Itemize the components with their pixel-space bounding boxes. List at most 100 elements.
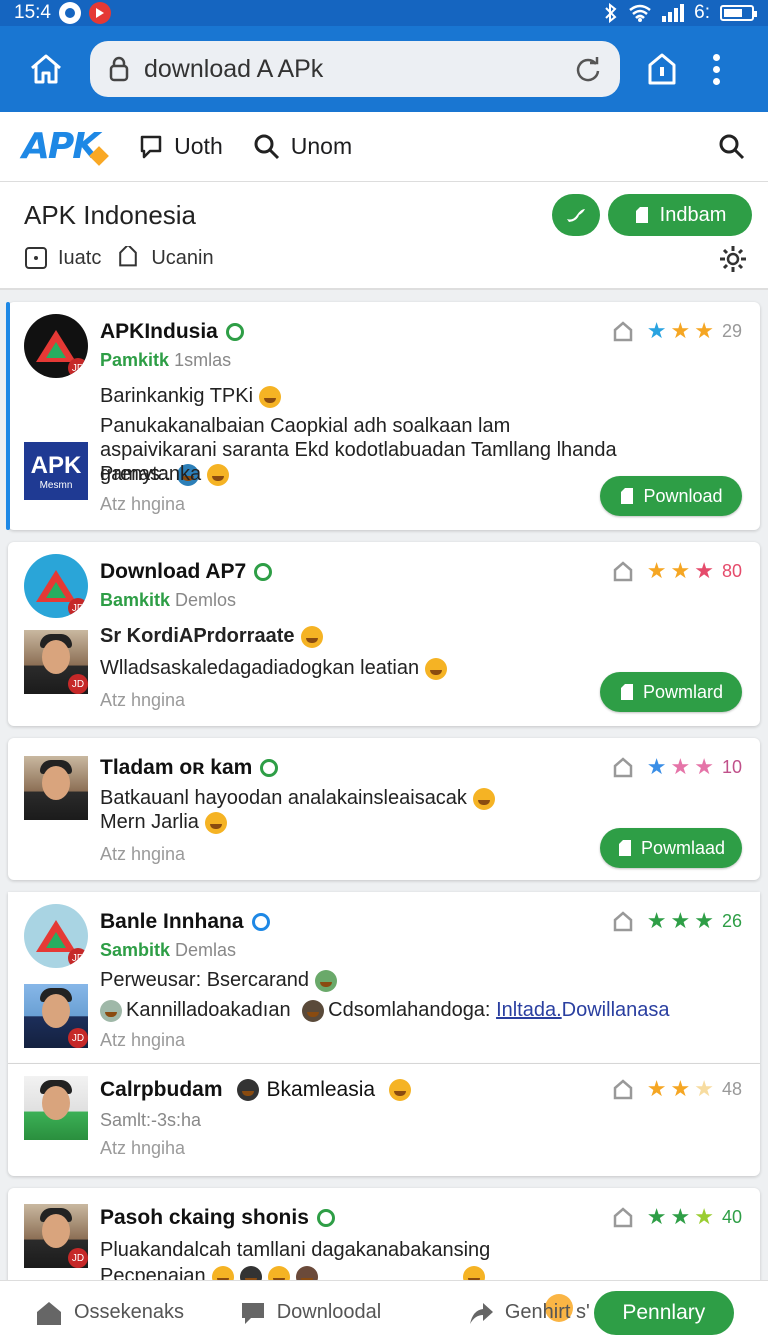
bluetooth-icon: [605, 3, 617, 23]
verified-icon: [225, 323, 244, 341]
post-meta: Atz hngina: [100, 844, 186, 864]
post-rating: ★ ★ ★ 29: [611, 320, 742, 342]
share-icon[interactable]: [611, 756, 635, 778]
rating-count: 80: [721, 560, 742, 581]
emoji-icon: [463, 1265, 486, 1280]
star-icon: ★: [694, 558, 714, 583]
chat-icon: [140, 135, 162, 158]
star-icon: ★: [670, 908, 691, 933]
post-author[interactable]: Banle Innhana: [100, 910, 270, 934]
post-card[interactable]: Calrpbudam Bkamleasia Samlt:-3s:ha ★ ★ ★ 4…: [8, 1064, 760, 1176]
post-author[interactable]: Download AP7: [100, 560, 273, 584]
star-icon: ★: [694, 318, 714, 343]
emoji-icon: [267, 1265, 290, 1280]
share-icon[interactable]: [611, 1078, 635, 1100]
star-icon: ★: [646, 318, 667, 343]
bottom-nav-label: Ossekenaks: [74, 1301, 185, 1323]
post-sub: Sambitk Demlas: [100, 940, 237, 960]
post-card[interactable]: JD Download AP7 Bamkitk Demlos ★ ★ ★ 80 JD…: [8, 542, 760, 726]
apk-square-logo[interactable]: APK Mesmn: [24, 442, 88, 500]
gear-icon[interactable]: [718, 244, 748, 274]
post-sub: Pamkitk 1smlas: [100, 350, 232, 370]
home-button[interactable]: [16, 39, 76, 99]
search-icon[interactable]: [718, 133, 746, 161]
tool-label[interactable]: Iuatc: [58, 247, 101, 270]
verified-icon: [254, 563, 273, 581]
indbam-pill-button[interactable]: Indbam: [608, 194, 752, 236]
browser-toolbar: download A APk: [0, 26, 768, 112]
emoji-icon: [259, 385, 282, 408]
share-icon[interactable]: [611, 320, 635, 342]
post-feed[interactable]: JD APKIndusia Pamkitk 1smlas ★ ★ ★ 29 Bari…: [0, 290, 768, 1280]
author-photo[interactable]: JD: [24, 984, 88, 1048]
reload-icon[interactable]: [574, 55, 602, 83]
verified-icon: [316, 1209, 335, 1227]
dice-icon[interactable]: [24, 246, 48, 270]
author-photo[interactable]: [24, 756, 88, 820]
post-card[interactable]: JD Banle Innhana Sambitk Demlas ★ ★ ★ 26 P…: [8, 892, 760, 1064]
primary-action-button[interactable]: Pennlary: [593, 1290, 734, 1335]
nav-item-unom[interactable]: Unom: [253, 133, 352, 161]
post-link[interactable]: Inltada.: [496, 999, 562, 1021]
post-link[interactable]: Dowillanasa: [562, 999, 670, 1021]
bottom-nav-home[interactable]: Ossekenaks: [34, 1299, 239, 1327]
avatar[interactable]: JD: [24, 314, 88, 378]
share-icon[interactable]: [611, 1206, 635, 1228]
status-time: 15:4: [14, 2, 51, 23]
post-title: Barinkankig TPKi: [100, 384, 740, 408]
bottom-nav-share[interactable]: Genhirt s': [467, 1293, 594, 1326]
post-author[interactable]: APKIndusia: [100, 320, 244, 344]
download-button[interactable]: Powmlaad: [600, 828, 742, 868]
search-icon: [254, 134, 279, 159]
site-logo[interactable]: APK: [22, 126, 100, 167]
tabs-button[interactable]: [634, 41, 690, 97]
rating-count: 29: [721, 320, 742, 341]
more-button[interactable]: [696, 41, 736, 97]
post-card[interactable]: JD APKIndusia Pamkitk 1smlas ★ ★ ★ 29 Bari…: [6, 302, 760, 530]
nav-item-uoth[interactable]: Uoth: [138, 133, 223, 161]
bottom-nav: Ossekenaks Downloodal Genhirt s' Pennlar…: [0, 1280, 768, 1344]
post-card[interactable]: JD Pasoh ckaing shonis ★ ★ ★ 40 Pluakandal…: [8, 1188, 760, 1280]
star-icon: ★: [646, 908, 667, 933]
author-photo[interactable]: JD: [24, 1204, 88, 1268]
post-author[interactable]: Calrpbudam Bkamleasia: [100, 1078, 412, 1102]
share-pill-button[interactable]: [552, 194, 600, 236]
post-author[interactable]: Tladam oʀ kam: [100, 756, 279, 780]
more-icon: [712, 53, 720, 61]
bottom-nav-label: Downloodal: [276, 1301, 382, 1323]
avatar[interactable]: JD: [24, 554, 88, 618]
emoji-icon: [211, 1265, 234, 1280]
bottom-nav-download[interactable]: Downloodal: [239, 1299, 467, 1327]
author-photo[interactable]: JD: [24, 630, 88, 694]
tag-icon[interactable]: [115, 246, 141, 270]
author-photo[interactable]: [24, 1076, 88, 1140]
post-author[interactable]: Pasoh ckaing shonis: [100, 1206, 335, 1230]
share-icon[interactable]: [611, 910, 635, 932]
battery-icon: [720, 5, 757, 21]
url-text[interactable]: download A APk: [144, 55, 574, 84]
avatar[interactable]: JD: [24, 904, 88, 968]
home-icon: [31, 54, 61, 84]
star-icon: ★: [694, 1204, 714, 1229]
star-icon: ★: [646, 754, 667, 779]
rating-count: 48: [721, 1078, 742, 1099]
emoji-icon: [425, 657, 448, 680]
nav-item-label: Uoth: [174, 133, 223, 159]
download-button[interactable]: Pownload: [600, 476, 742, 516]
avatar-emoji-icon: [236, 1079, 259, 1101]
share-icon[interactable]: [611, 560, 635, 582]
post-card[interactable]: Tladam oʀ kam ★ ★ ★ 10 Batkauanl hayoodan …: [8, 738, 760, 880]
emoji-icon: [207, 463, 230, 486]
tool-label[interactable]: Ucanin: [151, 247, 213, 270]
verified-icon: [251, 913, 270, 931]
post-rating: ★ ★ ★ 10: [611, 756, 742, 778]
status-bar: 15:4 6:: [0, 0, 768, 26]
star-icon: ★: [670, 1076, 691, 1101]
emoji-icon: [472, 787, 495, 810]
post-meta: Atz hngina: [100, 1030, 186, 1050]
nav-item-label: Unom: [290, 133, 353, 159]
download-icon: [620, 684, 633, 700]
star-icon: ★: [646, 1076, 667, 1101]
url-field[interactable]: download A APk: [90, 41, 620, 97]
download-button[interactable]: Powmlard: [600, 672, 742, 712]
